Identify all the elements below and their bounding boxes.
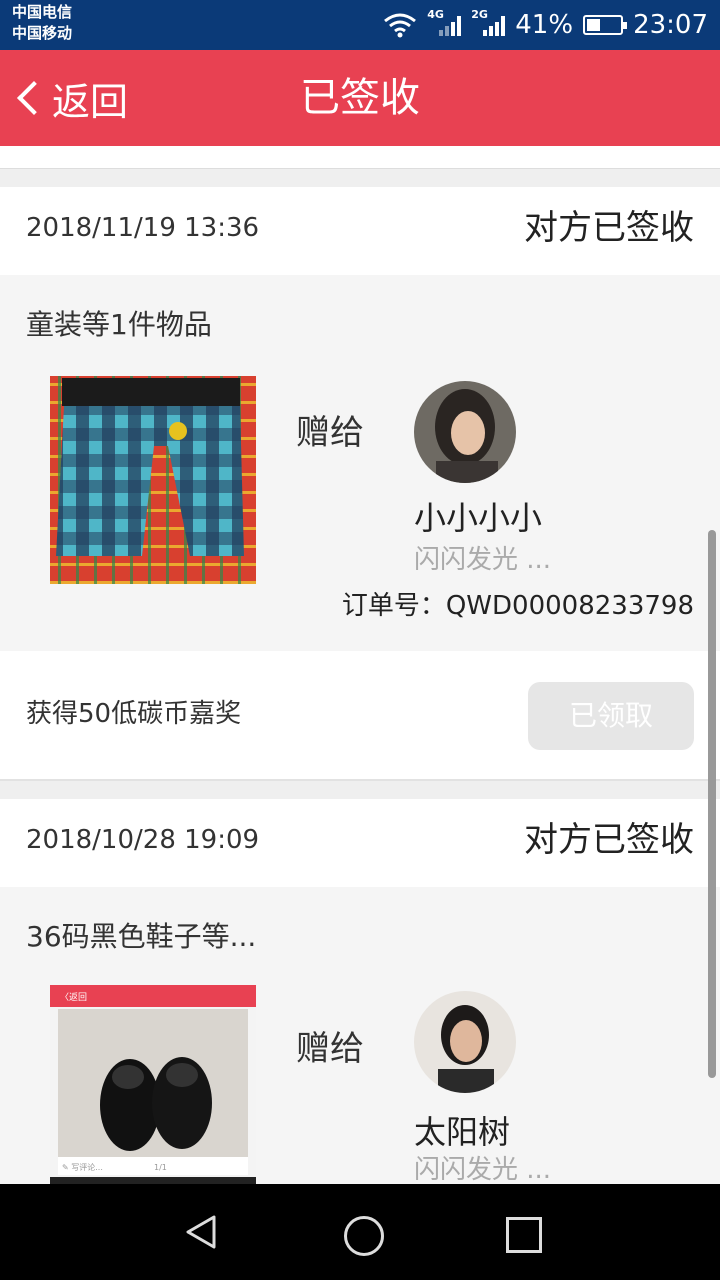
give-label: 赠给: [296, 1029, 364, 1069]
thumb-bottom-text: ✎ 写评论...: [62, 1162, 103, 1172]
order-number: 订单号：QWD00008233798: [341, 591, 694, 621]
goods-title: 童装等1件物品: [26, 308, 212, 341]
status-bar: 中国电信 中国移动 4G 2G 41% 23:07: [0, 0, 720, 50]
triangle-back-icon[interactable]: [184, 1214, 218, 1250]
scrollbar[interactable]: [708, 530, 716, 1078]
clock: 23:07: [633, 10, 708, 40]
battery-icon: [583, 15, 628, 35]
recipient-subtitle: 闪闪发光 ...: [414, 545, 552, 575]
recipient-name: 小小小小: [414, 499, 543, 537]
product-image-shoes[interactable]: 〈返回 ✎ 写评论... 1/1: [50, 985, 256, 1184]
order-card-body: 36码黑色鞋子等... 〈返回 ✎ 写评论... 1/1 赠给 太阳树 闪闪发光…: [0, 887, 720, 1184]
order-status: 对方已签收: [524, 820, 694, 860]
claimed-button[interactable]: 已领取: [528, 682, 694, 750]
carrier-info: 中国电信 中国移动: [12, 2, 72, 44]
reward-row: 获得50低碳币嘉奖 已领取: [0, 651, 720, 781]
order-card-body: 童装等1件物品 赠给 小小小小 闪闪发光 ... 订单号：QWD00008233…: [0, 275, 720, 651]
carrier-1: 中国电信: [12, 3, 73, 21]
order-list[interactable]: 2018/11/19 13:36 对方已签收 童装等1件物品 赠给 小小小小 闪…: [0, 146, 720, 1184]
thumb-back-text: 〈返回: [60, 991, 87, 1003]
signal-4g-icon: 4G: [427, 8, 462, 40]
order-card[interactable]: 2018/11/19 13:36 对方已签收 童装等1件物品 赠给 小小小小 闪…: [0, 187, 720, 781]
order-date: 2018/10/28 19:09: [26, 825, 260, 855]
page-title: 已签收: [300, 75, 420, 121]
order-card-header: 2018/10/28 19:09 对方已签收: [0, 799, 720, 887]
circle-home-icon[interactable]: [344, 1216, 384, 1256]
order-status: 对方已签收: [524, 208, 694, 248]
system-nav-bar: [0, 1184, 720, 1280]
square-recent-icon[interactable]: [506, 1217, 542, 1253]
give-label: 赠给: [296, 413, 364, 453]
carrier-2: 中国移动: [12, 24, 73, 42]
recipient-name: 太阳树: [414, 1113, 511, 1151]
recipient-subtitle: 闪闪发光 ...: [414, 1155, 552, 1184]
reward-text: 获得50低碳币嘉奖: [26, 699, 242, 729]
signal-2g-icon: 2G: [471, 8, 506, 40]
battery-percent: 41%: [515, 10, 574, 40]
recipient-avatar[interactable]: [414, 381, 516, 483]
order-date: 2018/11/19 13:36: [26, 213, 260, 243]
wifi-icon: [384, 13, 417, 38]
goods-title: 36码黑色鞋子等...: [26, 920, 257, 953]
product-image-pants[interactable]: [50, 376, 256, 584]
order-card-header: 2018/11/19 13:36 对方已签收: [0, 187, 720, 275]
app-header: 返回 已签收: [0, 50, 720, 146]
order-card[interactable]: 2018/10/28 19:09 对方已签收 36码黑色鞋子等... 〈返回 ✎…: [0, 799, 720, 1184]
thumb-page-text: 1/1: [154, 1163, 167, 1172]
recipient-avatar[interactable]: [414, 991, 516, 1093]
